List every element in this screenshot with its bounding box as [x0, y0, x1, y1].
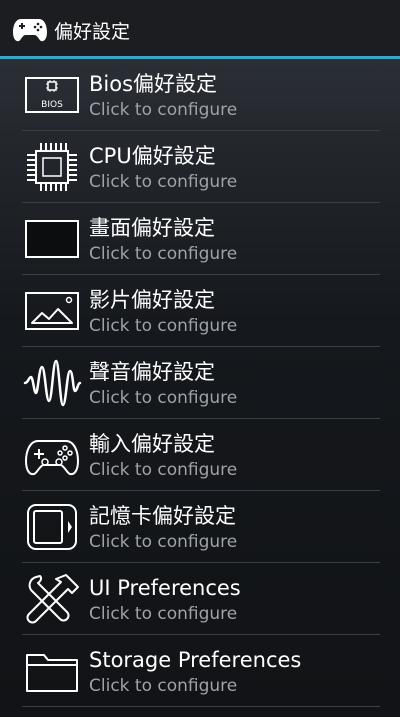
gamepad-icon: [22, 427, 82, 483]
item-label: UI Preferences: [89, 576, 241, 600]
bios-icon-text: BIOS: [41, 100, 63, 110]
item-subtitle: Click to configure: [89, 244, 238, 264]
list-item-screen-preferences[interactable]: 畫面偏好設定 Click to configure: [0, 203, 400, 275]
item-label: 畫面偏好設定: [89, 216, 215, 240]
list-item-audio-preferences[interactable]: 聲音偏好設定 Click to configure: [0, 347, 400, 419]
folder-icon: [22, 643, 82, 699]
list-item-ui-preferences[interactable]: UI Preferences Click to configure: [0, 563, 400, 635]
item-subtitle: Click to configure: [89, 460, 238, 480]
picture-icon: [22, 283, 82, 339]
item-subtitle: Click to configure: [89, 100, 238, 120]
screen-icon: [22, 211, 82, 267]
item-label: Storage Preferences: [89, 648, 302, 672]
item-subtitle: Click to configure: [89, 604, 238, 624]
item-label: 影片偏好設定: [89, 288, 215, 312]
list-item-memory-card-preferences[interactable]: 記憶卡偏好設定 Click to configure: [0, 491, 400, 563]
item-subtitle: Click to configure: [89, 532, 238, 552]
list-item-input-preferences[interactable]: 輸入偏好設定 Click to configure: [0, 419, 400, 491]
memory-card-icon: [22, 499, 82, 555]
app-bar: 偏好設定: [0, 0, 400, 56]
bios-chip-icon: BIOS: [22, 67, 82, 123]
settings-screen: 偏好設定 BIOS Bios偏好設定 Click to configure CP…: [0, 0, 400, 717]
list-item-bios-preferences[interactable]: BIOS Bios偏好設定 Click to configure: [0, 59, 400, 131]
item-label: Bios偏好設定: [89, 72, 218, 96]
item-label: 輸入偏好設定: [89, 432, 215, 456]
list-item-cpu-preferences[interactable]: CPU偏好設定 Click to configure: [0, 131, 400, 203]
item-label: CPU偏好設定: [89, 144, 216, 168]
gamepad-icon: [12, 17, 48, 43]
item-subtitle: Click to configure: [89, 676, 238, 696]
item-subtitle: Click to configure: [89, 388, 238, 408]
wrench-hammer-icon: [22, 571, 82, 627]
list-item-video-preferences[interactable]: 影片偏好設定 Click to configure: [0, 275, 400, 347]
preferences-list: BIOS Bios偏好設定 Click to configure CPU偏好設定…: [0, 59, 400, 707]
cpu-icon: [22, 139, 82, 195]
page-title: 偏好設定: [54, 21, 131, 43]
item-label: 聲音偏好設定: [89, 360, 215, 384]
item-label: 記憶卡偏好設定: [89, 504, 236, 528]
item-subtitle: Click to configure: [89, 172, 238, 192]
waveform-icon: [22, 355, 82, 411]
list-item-storage-preferences[interactable]: Storage Preferences Click to configure: [0, 635, 400, 707]
divider: [22, 706, 380, 707]
item-subtitle: Click to configure: [89, 316, 238, 336]
